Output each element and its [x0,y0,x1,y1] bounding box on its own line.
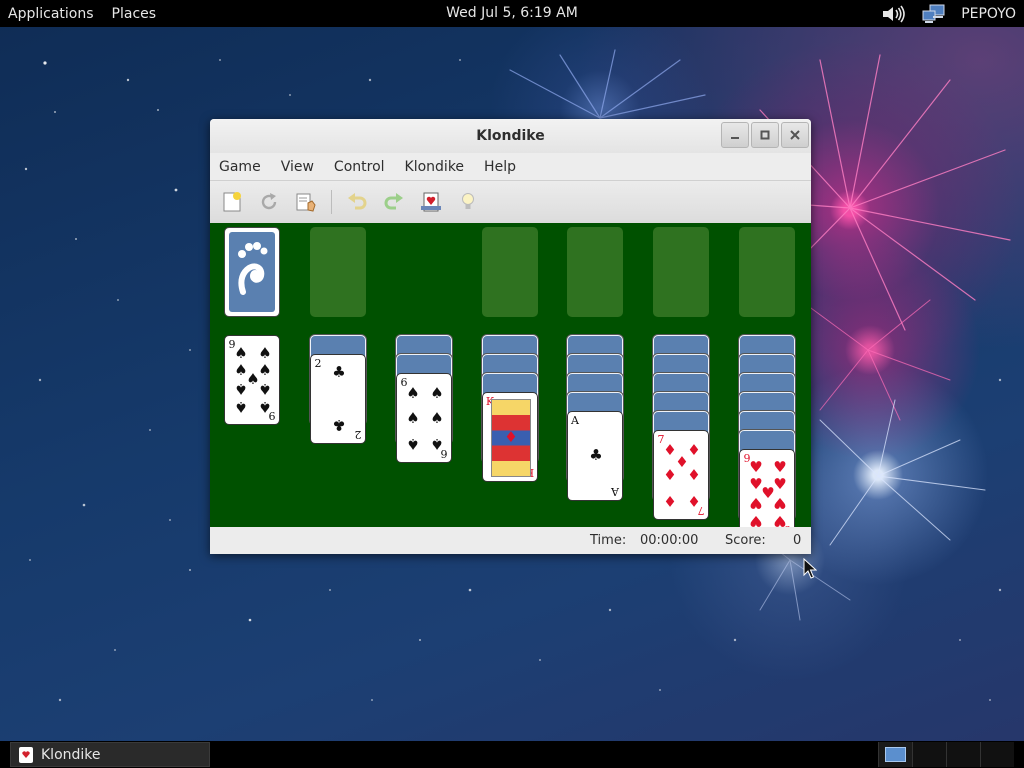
card-suit-pip: ♠ [430,409,444,427]
hint-icon [462,193,474,209]
card-suit-pip: ♣ [332,363,346,381]
minimize-button[interactable] [721,122,749,148]
playing-card[interactable]: 6 6 ♠ ♠ ♠ ♠ ♠ ♠ [396,373,452,463]
card-suit-pip: ♠ [406,435,420,453]
deal-button[interactable] [419,190,443,214]
redo-icon [384,193,403,210]
network-icon[interactable] [921,4,947,24]
mouse-pointer-icon [803,558,817,579]
card-suit-pip: ♦ [504,428,518,446]
waste-pile[interactable] [310,227,366,317]
card-rank-corner: 2 [354,428,362,441]
card-suit-pip: ♥ [773,458,787,476]
card-suit-pip: ♠ [406,384,420,402]
clock[interactable]: Wed Jul 5, 6:19 AM [0,0,1024,27]
workspace-4[interactable] [980,742,1014,767]
playing-card[interactable]: A A ♣ [567,411,623,501]
volume-icon[interactable] [881,4,907,24]
king-portrait: ♦ [491,399,531,477]
select-game-icon [296,193,316,212]
window-titlebar[interactable]: Klondike [210,119,811,153]
menu-control[interactable]: Control [334,159,385,175]
menu-klondike[interactable]: Klondike [405,159,465,175]
menubar: Game View Control Klondike Help [210,153,811,180]
card-suit-pip: ♥ [749,512,763,530]
card-suit-pip: ♠ [234,344,248,362]
time-label: Time: [590,533,627,548]
score-value: 0 [793,533,802,548]
menu-game[interactable]: Game [219,159,261,175]
bottom-panel: Klondike [0,741,1024,768]
card-suit-pip: ♦ [687,492,701,510]
card-suit-pip: ♥ [773,512,787,530]
undo-button[interactable] [345,190,369,214]
gnome-foot-icon [238,242,268,295]
card-suit-pip: ♣ [589,446,603,464]
foundation-slot[interactable] [567,227,623,317]
stock-pile[interactable] [224,227,280,317]
toolbar-separator [331,190,332,214]
card-suit-pip: ♠ [258,380,272,398]
top-panel: Applications Places Wed Jul 5, 6:19 AM P… [0,0,1024,27]
card-suit-pip: ♠ [258,344,272,362]
new-game-button[interactable] [220,190,244,214]
card-suit-pip: ♥ [749,458,763,476]
restart-button[interactable] [257,190,281,214]
statusbar: Time: 00:00:00 Score: 0 [210,527,811,554]
foundation-slot[interactable] [482,227,538,317]
foundation-slot[interactable] [653,227,709,317]
card-suit-pip: ♦ [687,466,701,484]
redo-button[interactable] [382,190,406,214]
card-suit-pip: ♠ [258,398,272,416]
menu-help[interactable]: Help [484,159,516,175]
card-suit-pip: ♠ [430,384,444,402]
stock-card-back [229,232,275,312]
workspace-3[interactable] [946,742,980,767]
card-rank-corner: A [611,485,619,498]
score-label: Score: [725,533,766,548]
klondike-window: Klondike Game View Control Klondike Help [210,119,811,554]
restart-icon [261,193,277,210]
minimize-icon [731,137,739,139]
user-menu[interactable]: PEPOYO [961,6,1016,22]
menu-view[interactable]: View [281,159,314,175]
hint-button[interactable] [456,190,480,214]
close-button[interactable] [781,122,809,148]
taskbar-item-klondike[interactable]: Klondike [10,742,210,767]
workspace-1[interactable] [878,742,912,767]
playing-card[interactable]: 2 2 ♣ ♣ [310,354,366,444]
card-suit-pip: ♦ [663,492,677,510]
playing-card[interactable]: KK♦ [482,392,538,482]
time-value: 00:00:00 [640,533,699,548]
card-suit-pip: ♠ [234,380,248,398]
select-game-button[interactable] [294,190,318,214]
card-suit-pip: ♦ [663,466,677,484]
card-suit-pip: ♥ [749,494,763,512]
card-rank-corner: A [571,414,579,427]
workspace-switcher [878,742,1014,767]
klondike-app-icon [19,746,33,763]
taskbar-item-label: Klondike [41,746,101,763]
toolbar [210,180,811,224]
new-game-icon [223,192,241,212]
game-board[interactable]: 99♠♠♠♠♠♠♠♠♠22♣♣66♠♠♠♠♠♠KK♦AA♣77♦♦♦♦♦♦♦99… [210,223,811,539]
deal-icon [421,192,441,212]
playing-card[interactable]: 99♥♥♥♥♥♥♥♥♥ [739,449,795,539]
maximize-icon [760,130,770,140]
card-suit-pip: ♠ [406,409,420,427]
card-suit-pip: ♣ [332,416,346,434]
card-suit-pip: ♠ [430,435,444,453]
close-icon [790,130,800,140]
card-rank-corner: 2 [314,357,322,370]
maximize-button[interactable] [751,122,779,148]
playing-card[interactable]: 7 7 ♦ ♦ ♦ ♦ ♦ ♦ ♦ [653,430,709,520]
playing-card[interactable]: 9 9 ♠ ♠ ♠ ♠ ♠ ♠ ♠ ♠ ♠ [224,335,280,425]
card-suit-pip: ♥ [773,494,787,512]
undo-icon [348,193,367,210]
foundation-slot[interactable] [739,227,795,317]
card-suit-pip: ♠ [234,398,248,416]
workspace-2[interactable] [912,742,946,767]
